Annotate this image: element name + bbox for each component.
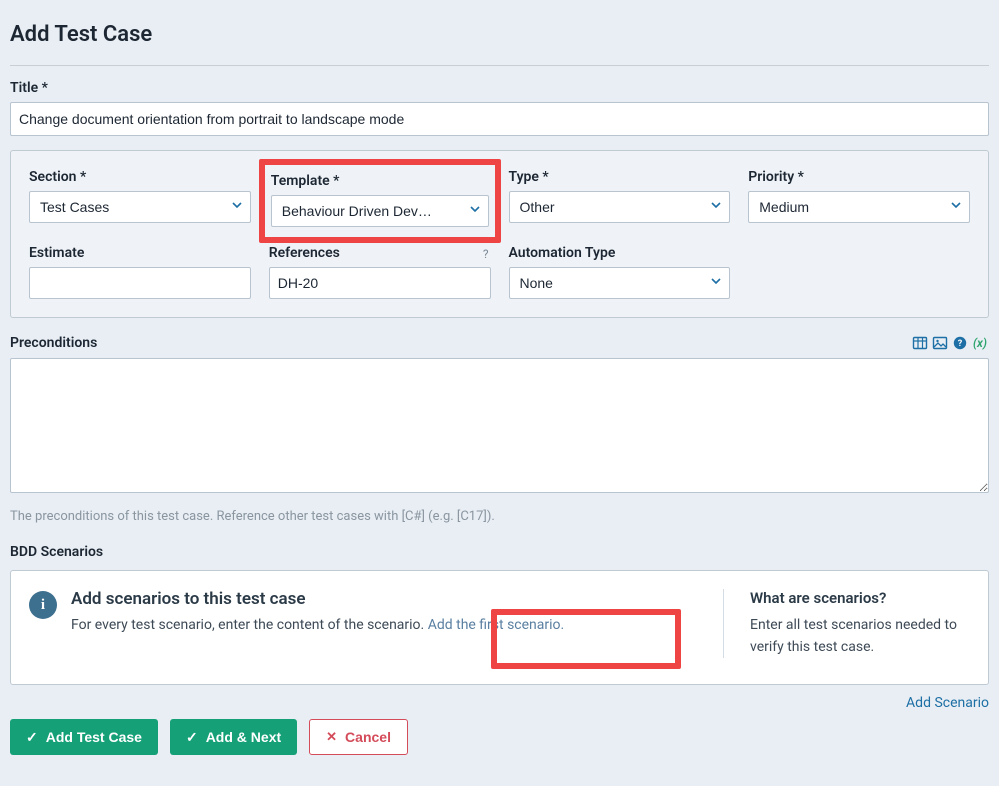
title-label: Title * bbox=[10, 80, 989, 96]
preconditions-textarea[interactable] bbox=[10, 358, 989, 493]
references-label: References bbox=[269, 245, 491, 261]
references-input[interactable] bbox=[269, 267, 491, 299]
section-select[interactable]: Test Cases bbox=[29, 191, 251, 223]
template-highlight: Template * Behaviour Driven Dev… bbox=[259, 159, 501, 243]
bdd-right-body: Enter all test scenarios needed to verif… bbox=[750, 615, 970, 658]
image-icon[interactable] bbox=[931, 334, 949, 352]
section-label: Section * bbox=[29, 169, 251, 185]
svg-text:?: ? bbox=[958, 339, 963, 349]
close-icon: ✕ bbox=[326, 729, 337, 745]
page-title: Add Test Case bbox=[10, 10, 989, 66]
help-icon[interactable]: ? bbox=[951, 334, 969, 352]
bdd-left-body-text: For every test scenario, enter the conte… bbox=[71, 617, 428, 633]
add-first-scenario-link[interactable]: Add the first scenario. bbox=[428, 617, 565, 633]
automation-type-label: Automation Type bbox=[509, 245, 731, 261]
bdd-left-title: Add scenarios to this test case bbox=[71, 589, 564, 609]
bdd-scenarios-label: BDD Scenarios bbox=[10, 544, 989, 560]
estimate-label: Estimate bbox=[29, 245, 251, 261]
table-icon[interactable] bbox=[911, 334, 929, 352]
divider bbox=[723, 589, 724, 658]
info-icon: i bbox=[29, 591, 57, 619]
editor-toolbar: ? (x) bbox=[911, 334, 989, 352]
bdd-left-body: For every test scenario, enter the conte… bbox=[71, 615, 564, 636]
bdd-panel: i Add scenarios to this test case For ev… bbox=[10, 570, 989, 685]
add-test-case-button[interactable]: ✓ Add Test Case bbox=[10, 719, 158, 755]
check-icon: ✓ bbox=[26, 729, 38, 746]
add-scenario-link[interactable]: Add Scenario bbox=[906, 695, 989, 711]
add-and-next-button[interactable]: ✓ Add & Next bbox=[170, 719, 297, 755]
template-label: Template * bbox=[271, 173, 489, 189]
type-select[interactable]: Other bbox=[509, 191, 731, 223]
references-help-icon[interactable]: ? bbox=[483, 247, 489, 261]
cancel-button[interactable]: ✕ Cancel bbox=[309, 719, 408, 755]
estimate-input[interactable] bbox=[29, 267, 251, 299]
bdd-right-title: What are scenarios? bbox=[750, 589, 970, 607]
add-test-case-label: Add Test Case bbox=[46, 729, 142, 745]
type-label: Type * bbox=[509, 169, 731, 185]
preconditions-label: Preconditions bbox=[10, 335, 97, 351]
variable-icon[interactable]: (x) bbox=[971, 334, 989, 352]
form-panel: Section * Test Cases Template * Behaviou… bbox=[10, 150, 989, 318]
automation-type-select[interactable]: None bbox=[509, 267, 731, 299]
check-icon: ✓ bbox=[186, 729, 198, 746]
template-select[interactable]: Behaviour Driven Dev… bbox=[271, 195, 489, 227]
title-input[interactable] bbox=[10, 102, 989, 136]
preconditions-helper: The preconditions of this test case. Ref… bbox=[10, 509, 989, 524]
add-and-next-label: Add & Next bbox=[206, 729, 281, 745]
priority-select[interactable]: Medium bbox=[748, 191, 970, 223]
priority-label: Priority * bbox=[748, 169, 970, 185]
cancel-label: Cancel bbox=[345, 729, 391, 745]
svg-text:(x): (x) bbox=[973, 336, 987, 350]
